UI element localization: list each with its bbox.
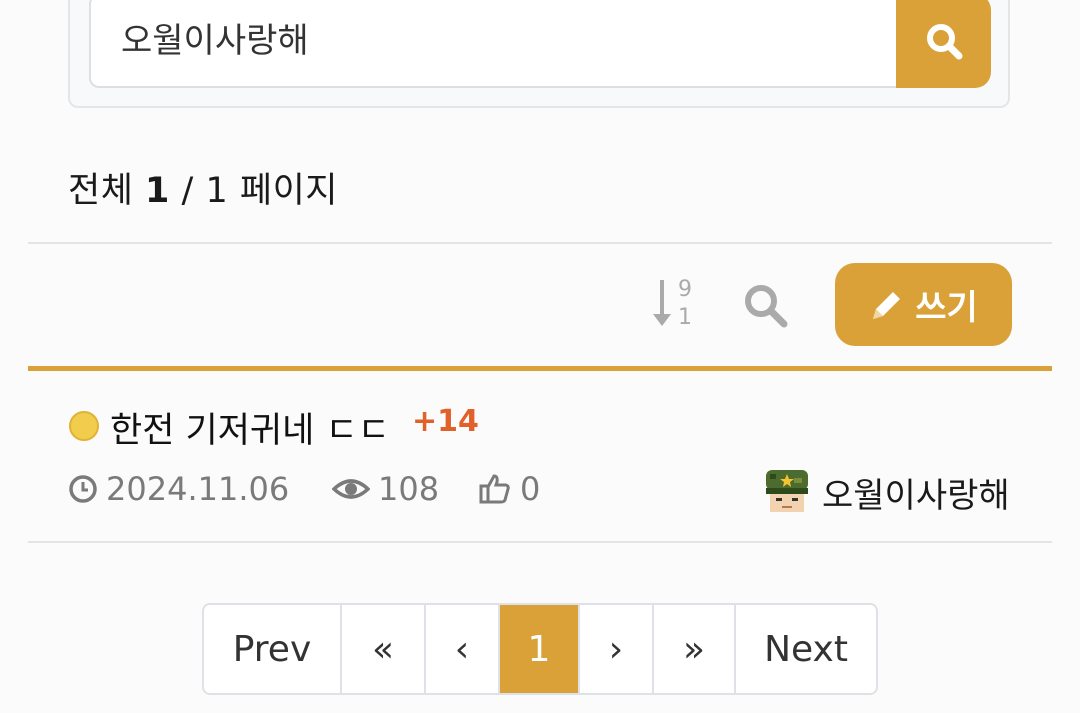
sort-numeric-icon: 9 1 [653, 277, 692, 330]
search-icon [745, 285, 788, 328]
pagination-prev[interactable]: Prev [204, 605, 342, 693]
page-info-separator: / [181, 171, 194, 211]
search-button[interactable] [896, 0, 991, 88]
author-name[interactable]: 오월이사랑해 [822, 468, 1010, 517]
write-label: 쓰기 [915, 288, 978, 328]
likes-text: 0 [520, 470, 541, 508]
post-status-icon [69, 411, 99, 441]
divider-bottom [28, 541, 1052, 543]
pagination-next[interactable]: Next [736, 605, 876, 693]
page-info-prefix: 전체 [68, 171, 134, 211]
divider-top [28, 242, 1052, 244]
avatar-icon[interactable] [760, 464, 814, 518]
thumbs-up-icon [479, 474, 510, 504]
post-views: 108 [332, 470, 439, 508]
date-text: 2024.11.06 [106, 470, 290, 508]
pagination-next-arrow[interactable]: › [580, 605, 654, 693]
search-icon [926, 24, 962, 60]
toolbar-search-button[interactable] [740, 280, 790, 330]
list-header-line [28, 366, 1052, 371]
pencil-icon [873, 291, 901, 319]
pagination-last[interactable]: » [654, 605, 736, 693]
pagination-first[interactable]: « [342, 605, 426, 693]
post-title-link[interactable]: 한전 기저귀네 ㄷㄷ [110, 402, 390, 453]
sort-top-digit: 9 [678, 277, 692, 302]
page-info-current: 1 [145, 171, 170, 211]
pagination-current-page[interactable]: 1 [500, 605, 580, 693]
search-input[interactable]: 오월이사랑해 [89, 0, 901, 88]
page-info: 전체 1 / 1 페이지 [68, 162, 338, 213]
page-info-suffix: 페이지 [239, 171, 339, 211]
pagination-prev-arrow[interactable]: ‹ [426, 605, 500, 693]
write-button[interactable]: 쓰기 [835, 263, 1012, 346]
eye-icon [332, 479, 370, 499]
sort-bottom-digit: 1 [678, 305, 692, 330]
page-info-total: 1 [205, 171, 229, 211]
pagination: Prev « ‹ 1 › » Next [202, 603, 878, 695]
views-text: 108 [378, 470, 440, 508]
post-date: 2024.11.06 [68, 470, 289, 508]
post-likes: 0 [478, 470, 540, 508]
comment-count: +14 [412, 404, 479, 439]
clock-icon [69, 475, 97, 503]
sort-button[interactable]: 9 1 [648, 276, 698, 332]
